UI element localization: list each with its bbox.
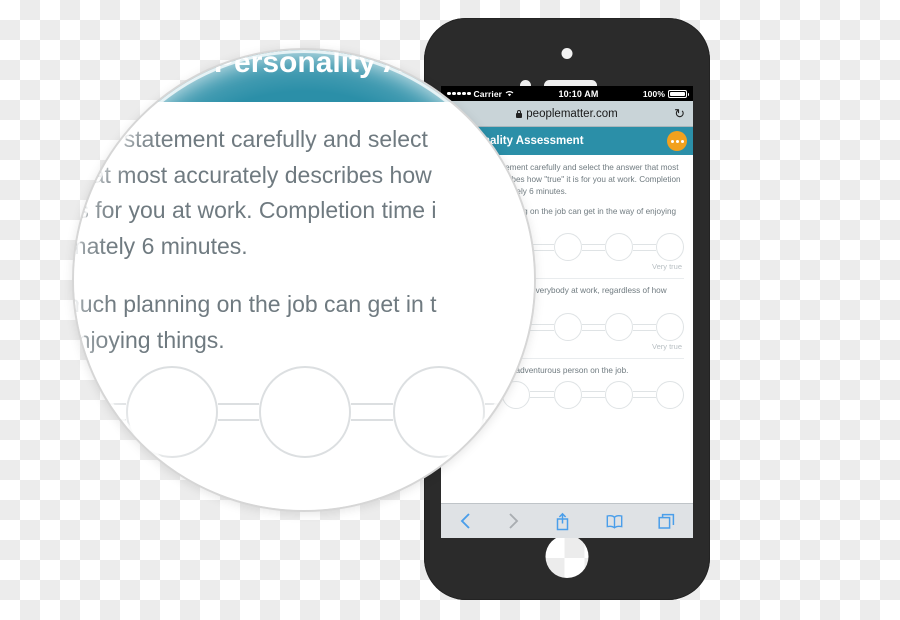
battery-icon (668, 89, 689, 98)
rating-option[interactable] (553, 380, 582, 409)
magnified-body: Read each statement carefully and select… (72, 102, 534, 459)
url-label: peoplematter.com (526, 107, 618, 120)
scale-connector (581, 243, 605, 251)
back-chevron-icon[interactable] (459, 512, 472, 530)
rating-option[interactable] (259, 366, 351, 459)
more-dots-icon[interactable] (667, 131, 687, 151)
browser-toolbar (441, 503, 693, 538)
book-icon[interactable] (606, 514, 623, 529)
share-icon[interactable] (555, 512, 570, 531)
forward-chevron-icon[interactable] (507, 512, 520, 530)
rating-option[interactable] (604, 313, 633, 342)
scale-connector (632, 391, 656, 399)
progress-badge: of 8 (74, 50, 195, 78)
magnified-content: peopl of 8 Personality Assessme Read eac… (72, 48, 534, 459)
canvas: Carrier 10:10 AM 100% peoplematter.com ↻ (0, 0, 900, 620)
scale-connector (351, 403, 393, 422)
scale-connector (581, 323, 605, 331)
scale-connector (217, 403, 259, 422)
rating-option[interactable] (553, 313, 582, 342)
magnified-app-title: Personality Assessme (214, 48, 532, 79)
magnified-intro-line: approximately 6 minutes. (74, 233, 248, 260)
rating-option[interactable] (604, 233, 633, 262)
reload-icon[interactable]: ↻ (674, 107, 685, 120)
scale-connector (84, 403, 126, 422)
rating-option[interactable] (74, 366, 84, 459)
magnified-rating-scale[interactable] (74, 366, 534, 459)
front-camera-icon (561, 48, 573, 59)
magnified-question-line: way of enjoying things. (72, 326, 225, 353)
rating-option[interactable] (656, 233, 684, 262)
magnified-app-header: of 8 Personality Assessme (74, 48, 534, 102)
magnified-question-line: 1. Too much planning on the job can get … (74, 289, 534, 321)
magnified-intro-line: Read each statement carefully and select (72, 126, 428, 152)
scale-high-label: Very true (651, 262, 682, 272)
scale-connector (632, 243, 656, 251)
rating-option[interactable] (392, 366, 485, 459)
rating-option[interactable] (604, 380, 633, 409)
rating-option[interactable] (553, 233, 582, 262)
battery-percent-label: 100% (642, 88, 665, 99)
scale-connector (484, 403, 526, 422)
magnifier-lens: peopl of 8 Personality Assessme Read eac… (72, 48, 536, 512)
magnified-intro-line: "true" it is for you at work. Completion… (72, 197, 437, 224)
magnified-question-text: Too much planning on the job can get in … (74, 290, 437, 317)
magnified-intro-line: answer that most accurately describes ho… (72, 161, 432, 188)
scale-connector (632, 323, 656, 331)
scale-connector (581, 391, 605, 399)
scale-high-label: Very true (651, 342, 682, 352)
rating-option[interactable] (656, 380, 684, 409)
rating-option[interactable] (656, 313, 684, 342)
home-button[interactable] (545, 535, 589, 578)
rating-option[interactable] (125, 366, 218, 459)
tabs-icon[interactable] (658, 513, 675, 530)
status-bar-right: 100% (642, 88, 689, 99)
